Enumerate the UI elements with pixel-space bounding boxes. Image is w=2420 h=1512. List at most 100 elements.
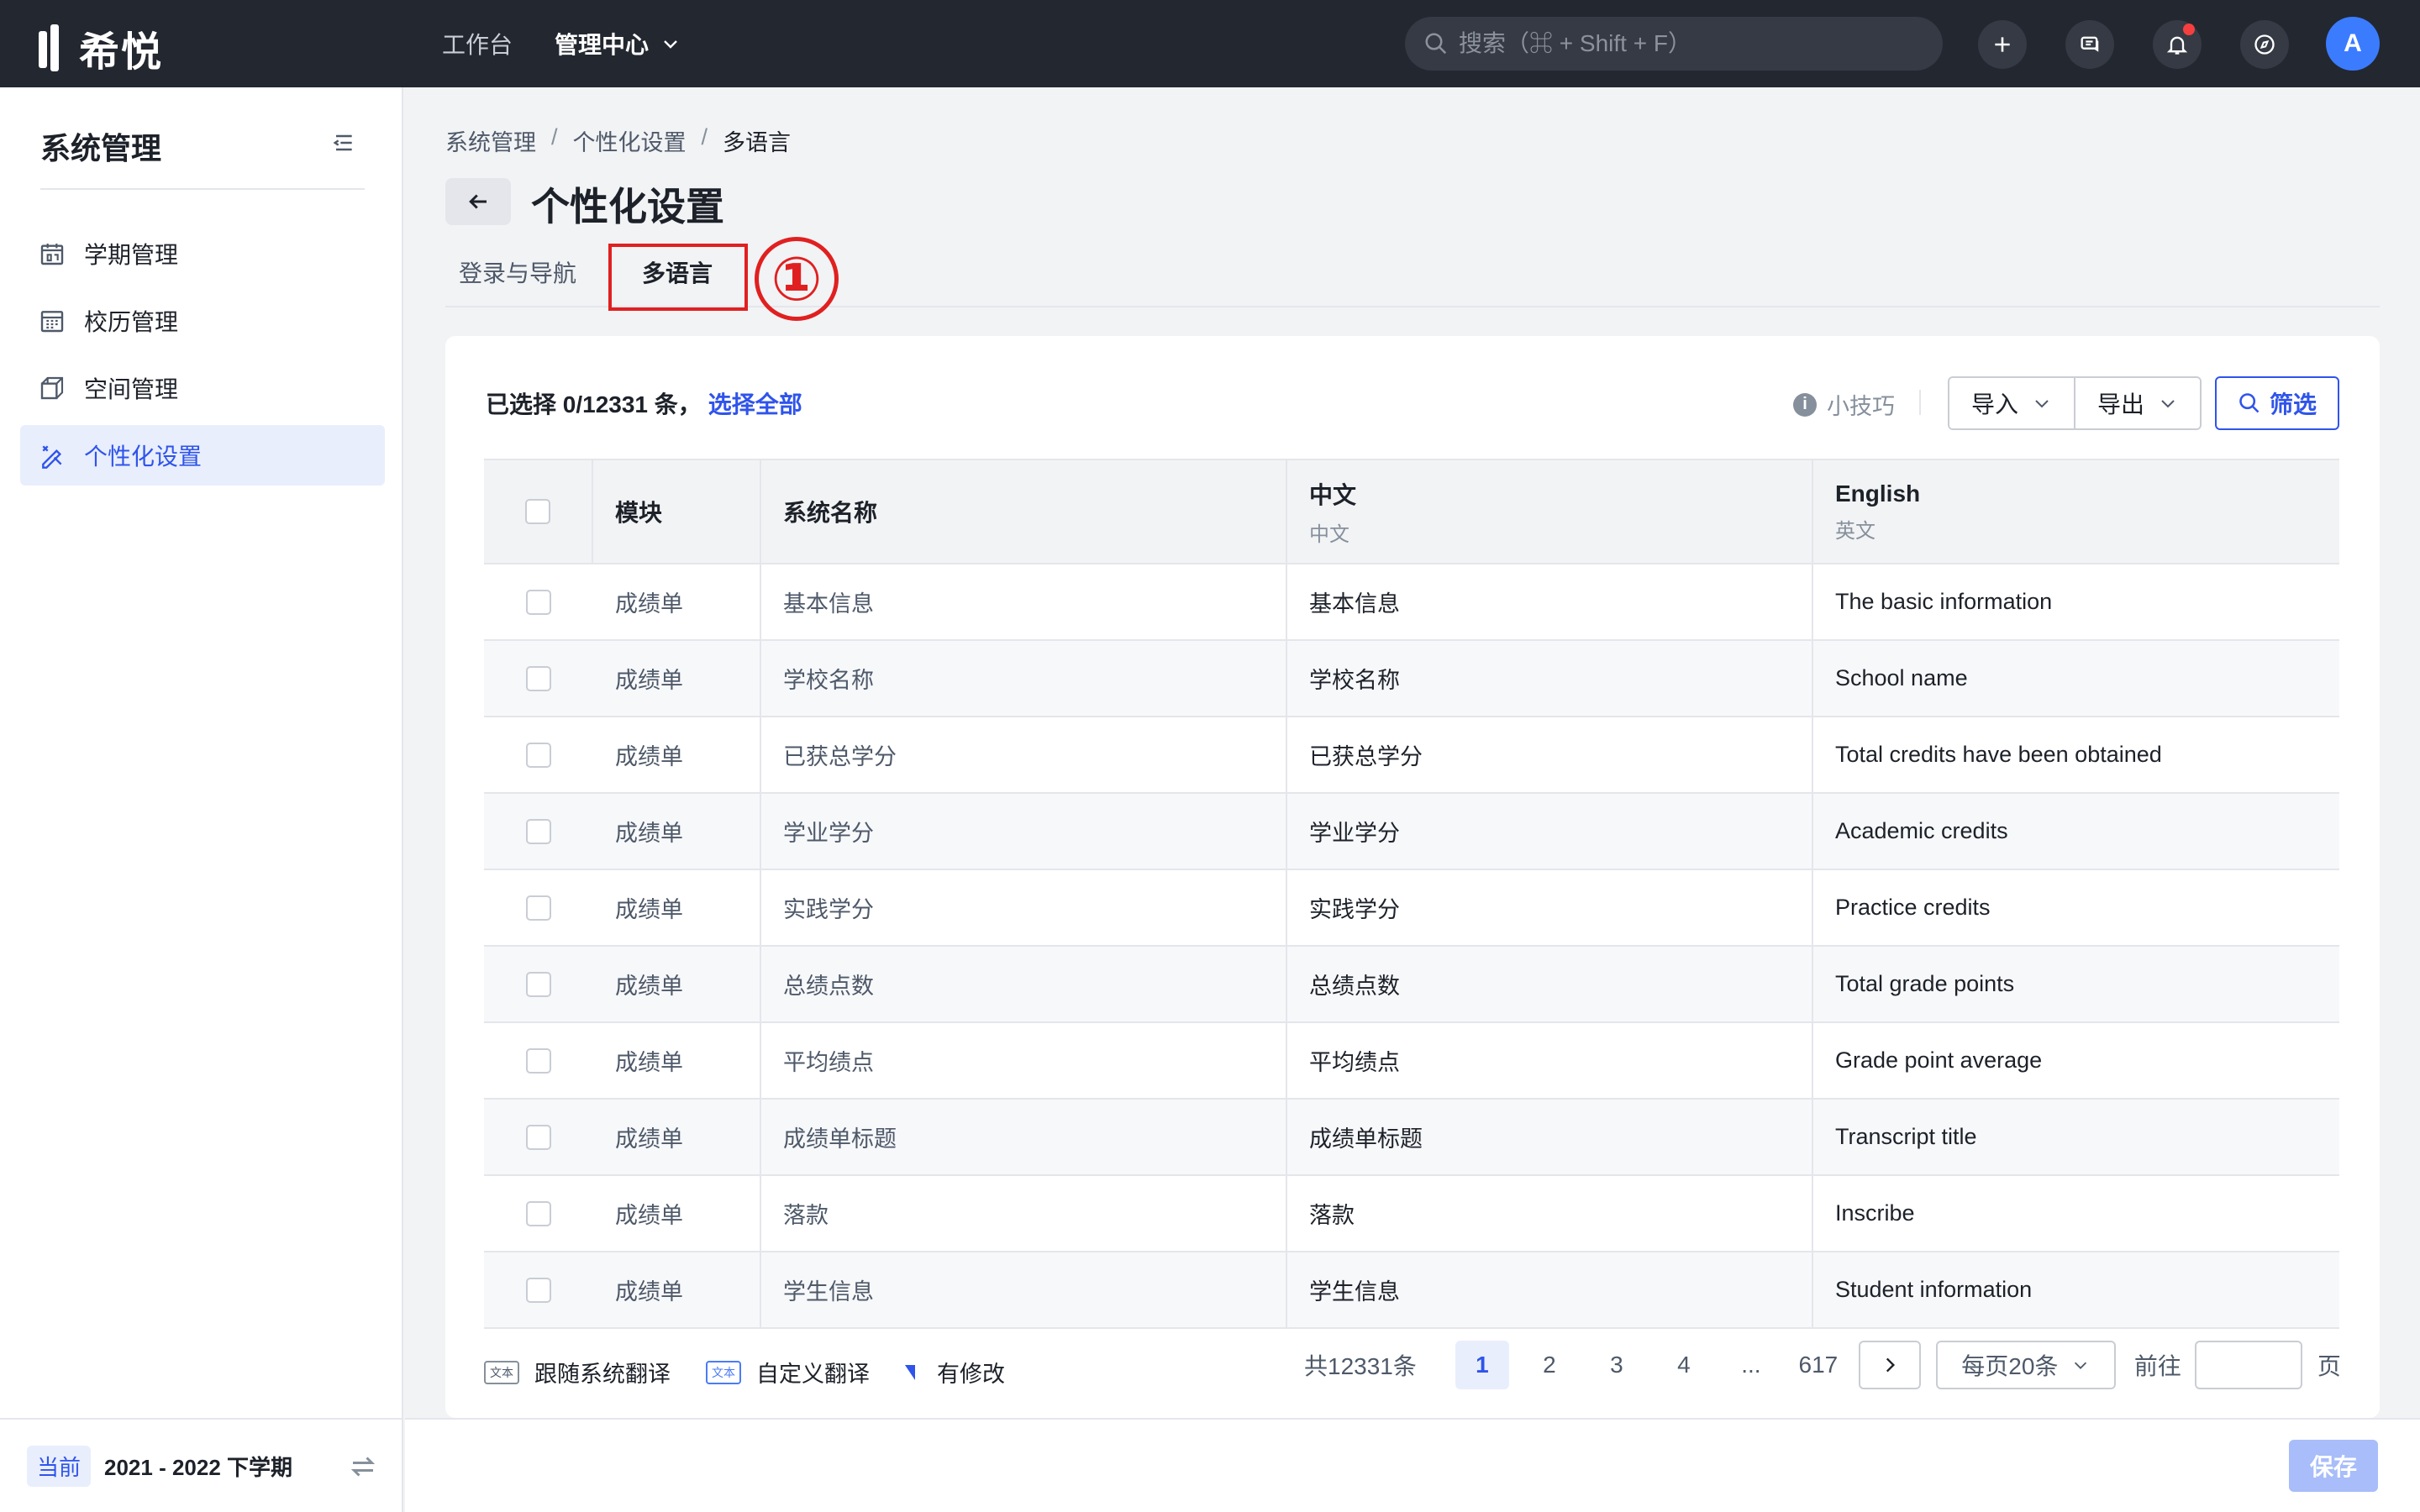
search-input[interactable] [1459, 30, 1912, 57]
cell-english[interactable]: Student information [1813, 1252, 2339, 1327]
legend-system-translation: 文本 跟随系统翻译 [484, 1356, 671, 1389]
select-all-checkbox[interactable] [525, 499, 550, 524]
table-row[interactable]: 成绩单 学校名称 学校名称 School name [484, 641, 2339, 717]
breadcrumb-item[interactable]: 个性化设置 [573, 124, 687, 157]
page-button-last[interactable]: 617 [1791, 1341, 1845, 1389]
compass-icon [2254, 34, 2275, 55]
page-button-2[interactable]: 2 [1523, 1341, 1576, 1389]
grid-calendar-icon [40, 311, 64, 333]
table-row[interactable]: 成绩单 学生信息 学生信息 Student information [484, 1252, 2339, 1329]
tab-login-navigation[interactable]: 登录与导航 [459, 255, 576, 289]
row-checkbox[interactable] [526, 1200, 551, 1226]
filter-button[interactable]: 筛选 [2215, 376, 2339, 430]
row-checkbox[interactable] [526, 895, 551, 921]
cell-chinese[interactable]: 平均绩点 [1287, 1023, 1813, 1098]
logo[interactable]: 希悦 [39, 18, 163, 77]
goto-page-input[interactable] [2194, 1341, 2302, 1389]
back-button[interactable] [445, 178, 511, 225]
tips-link[interactable]: i 小技巧 [1793, 388, 1895, 421]
nav-admin-center[interactable]: 管理中心 [555, 27, 681, 60]
cell-english[interactable]: Academic credits [1813, 794, 2339, 869]
table-row[interactable]: 成绩单 基本信息 基本信息 The basic information [484, 564, 2339, 641]
avatar[interactable]: A [2326, 17, 2380, 71]
modified-corner-icon [905, 1364, 915, 1380]
import-label: 导入 [1971, 391, 2019, 417]
cell-chinese[interactable]: 基本信息 [1287, 564, 1813, 639]
cell-english[interactable]: The basic information [1813, 564, 2339, 639]
page-button-3[interactable]: 3 [1590, 1341, 1644, 1389]
row-checkbox[interactable] [526, 742, 551, 768]
page-button-4[interactable]: 4 [1657, 1341, 1711, 1389]
global-search[interactable] [1405, 17, 1943, 71]
table-row[interactable]: 成绩单 成绩单标题 成绩单标题 Transcript title [484, 1100, 2339, 1176]
help-button[interactable] [2240, 20, 2289, 69]
cell-chinese[interactable]: 实践学分 [1287, 870, 1813, 945]
add-button[interactable] [1978, 20, 2027, 69]
row-checkbox[interactable] [526, 818, 551, 844]
sidebar-title: 系统管理 [40, 131, 162, 165]
save-button[interactable]: 保存 [2289, 1440, 2378, 1492]
table-row[interactable]: 成绩单 学业学分 学业学分 Academic credits [484, 794, 2339, 870]
sidebar-item-school-calendar[interactable]: 校历管理 [20, 291, 385, 351]
row-checkbox[interactable] [526, 1277, 551, 1303]
cell-english[interactable]: Total credits have been obtained [1813, 717, 2339, 792]
cell-system-name: 成绩单标题 [761, 1100, 1287, 1174]
current-term: 2021 - 2022 下学期 [104, 1454, 293, 1480]
cell-chinese[interactable]: 学校名称 [1287, 641, 1813, 716]
cell-english[interactable]: Total grade points [1813, 947, 2339, 1021]
sidebar-item-space[interactable]: 空间管理 [20, 358, 385, 418]
table-row[interactable]: 成绩单 落款 落款 Inscribe [484, 1176, 2339, 1252]
sidebar-item-semester[interactable]: 学期管理 [20, 223, 385, 284]
pagination: 共12331条 1 2 3 4 ... 617 每页20条 前往 页 [1304, 1341, 2341, 1389]
notifications-button[interactable] [2153, 20, 2202, 69]
import-button[interactable]: 导入 [1949, 378, 2075, 428]
sidebar-item-personalization[interactable]: 个性化设置 [20, 425, 385, 486]
brush-ruler-icon [42, 445, 62, 469]
page-size-select[interactable]: 每页20条 [1935, 1341, 2116, 1389]
cell-chinese[interactable]: 学业学分 [1287, 794, 1813, 869]
legend-label: 自定义翻译 [756, 1362, 870, 1387]
cell-chinese[interactable]: 学生信息 [1287, 1252, 1813, 1327]
cell-chinese[interactable]: 已获总学分 [1287, 717, 1813, 792]
cell-english[interactable]: Inscribe [1813, 1176, 2339, 1251]
filter-label: 筛选 [2269, 391, 2317, 417]
row-checkbox[interactable] [526, 1124, 551, 1150]
export-button[interactable]: 导出 [2074, 378, 2201, 428]
page-ellipsis[interactable]: ... [1724, 1341, 1778, 1389]
term-switcher[interactable]: 当前 2021 - 2022 下学期 [0, 1418, 403, 1512]
sidebar-item-label: 校历管理 [84, 309, 179, 335]
chevron-down-icon [664, 40, 677, 49]
swap-icon[interactable] [348, 1452, 378, 1482]
table-row[interactable]: 成绩单 总绩点数 总绩点数 Total grade points [484, 947, 2339, 1023]
table-row[interactable]: 成绩单 平均绩点 平均绩点 Grade point average [484, 1023, 2339, 1100]
page-button-1[interactable]: 1 [1455, 1341, 1509, 1389]
table-row[interactable]: 成绩单 实践学分 实践学分 Practice credits [484, 870, 2339, 947]
row-checkbox[interactable] [526, 589, 551, 615]
cell-chinese[interactable]: 总绩点数 [1287, 947, 1813, 1021]
cell-english[interactable]: Transcript title [1813, 1100, 2339, 1174]
nav-workbench[interactable]: 工作台 [442, 27, 513, 60]
text-tag-icon: 文本 [484, 1360, 519, 1384]
row-checkbox[interactable] [526, 665, 551, 691]
cell-english[interactable]: Grade point average [1813, 1023, 2339, 1098]
breadcrumb-item[interactable]: 系统管理 [445, 124, 536, 157]
cell-chinese[interactable]: 落款 [1287, 1176, 1813, 1251]
next-page-button[interactable] [1858, 1341, 1921, 1389]
arrow-left-icon [469, 194, 487, 209]
cell-module: 成绩单 [593, 564, 761, 639]
table-row[interactable]: 成绩单 已获总学分 已获总学分 Total credits have been obt… [484, 717, 2339, 794]
cell-module: 成绩单 [593, 717, 761, 792]
cell-chinese[interactable]: 成绩单标题 [1287, 1100, 1813, 1174]
messages-button[interactable] [2065, 20, 2114, 69]
goto-label: 前往 [2133, 1353, 2181, 1379]
row-checkbox[interactable] [526, 1047, 551, 1074]
column-subtitle: 英文 [1835, 519, 1876, 543]
row-checkbox[interactable] [526, 971, 551, 997]
cell-english[interactable]: School name [1813, 641, 2339, 716]
export-label: 导出 [2097, 391, 2145, 417]
select-all-link[interactable]: 选择全部 [708, 386, 802, 420]
collapse-sidebar-icon[interactable] [329, 129, 356, 156]
cell-english[interactable]: Practice credits [1813, 870, 2339, 945]
chevron-down-icon [2161, 400, 2175, 408]
cell-system-name: 总绩点数 [761, 947, 1287, 1021]
